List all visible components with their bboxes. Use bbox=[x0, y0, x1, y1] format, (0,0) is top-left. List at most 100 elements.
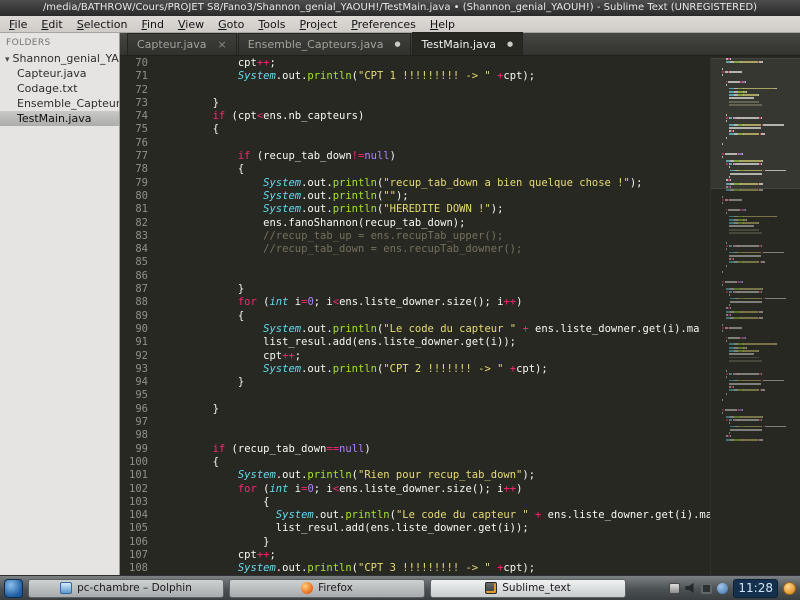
menu-label: Edit bbox=[41, 18, 62, 31]
line-number: 95 bbox=[120, 389, 148, 402]
code-token: .out. bbox=[301, 190, 333, 202]
code-token: int bbox=[269, 296, 288, 308]
code-token: ++ bbox=[503, 483, 516, 495]
code-token: .out. bbox=[314, 509, 346, 521]
menu-label: Tools bbox=[258, 18, 285, 31]
tab-bar: Capteur.java×Ensemble_Capteurs.java●Test… bbox=[120, 33, 800, 56]
code-line: //recup_tab_down = ens.recupTab_downer()… bbox=[162, 243, 710, 256]
code-token: ( bbox=[257, 296, 270, 308]
file-label: Codage.txt bbox=[17, 82, 78, 95]
code-token bbox=[162, 363, 263, 375]
menu-label: Find bbox=[141, 18, 164, 31]
tab-capteur-java[interactable]: Capteur.java× bbox=[127, 33, 237, 55]
line-number: 73 bbox=[120, 97, 148, 110]
line-number: 71 bbox=[120, 70, 148, 83]
code-token: println bbox=[307, 70, 351, 82]
code-line: System.out.println("CPT 1 !!!!!!!!! -> "… bbox=[162, 70, 710, 83]
code-token: //recup_tab_down = ens.recupTab_downer()… bbox=[162, 243, 522, 255]
main-area: FOLDERS ▾Shannon_genial_YAOUH!Capteur.ja… bbox=[0, 33, 800, 575]
sidebar-item-codage-txt[interactable]: Codage.txt bbox=[0, 81, 119, 96]
klipper-icon[interactable] bbox=[669, 583, 680, 594]
code-token: i bbox=[288, 483, 301, 495]
menu-label: Selection bbox=[77, 18, 128, 31]
menu-help[interactable]: Help bbox=[423, 17, 462, 32]
line-number: 72 bbox=[120, 84, 148, 97]
line-number: 101 bbox=[120, 469, 148, 482]
kickoff-menu-button[interactable] bbox=[4, 579, 23, 598]
menu-view[interactable]: View bbox=[171, 17, 211, 32]
code-token: list_resul.add(ens.liste_downer.get(i)); bbox=[162, 522, 529, 534]
sidebar-folder-shannon-genial-yaouh[interactable]: ▾Shannon_genial_YAOUH! bbox=[0, 51, 119, 66]
code-line: { bbox=[162, 163, 710, 176]
code-token: ) bbox=[516, 296, 522, 308]
menu-preferences[interactable]: Preferences bbox=[344, 17, 423, 32]
menu-file[interactable]: File bbox=[2, 17, 34, 32]
code-token: != bbox=[352, 150, 365, 162]
code-token: if bbox=[238, 150, 251, 162]
file-label: Capteur.java bbox=[17, 67, 87, 80]
taskbar-task-sublime[interactable]: Sublime_text bbox=[430, 579, 626, 598]
sidebar-item-ensemble-capteurs-java[interactable]: Ensemble_Capteurs.java bbox=[0, 96, 119, 111]
code-token: for bbox=[238, 483, 257, 495]
line-number: 91 bbox=[120, 336, 148, 349]
taskbar-task-dolphin[interactable]: pc-chambre – Dolphin bbox=[28, 579, 224, 598]
code-token: ; bbox=[269, 549, 275, 561]
code-token: "CPT 3 !!!!!!!!! -> " bbox=[358, 562, 491, 574]
minimap[interactable] bbox=[710, 56, 800, 575]
line-number: 104 bbox=[120, 509, 148, 522]
line-number: 86 bbox=[120, 270, 148, 283]
code-token: ens.liste_downer.get(i).ma bbox=[535, 323, 699, 335]
desktop-root: /media/BATHROW/Cours/PROJET S8/Fano3/Sha… bbox=[0, 0, 800, 600]
code-token: + bbox=[491, 562, 504, 574]
plasma-cashew-icon[interactable] bbox=[783, 582, 796, 595]
sidebar-item-capteur-java[interactable]: Capteur.java bbox=[0, 66, 119, 81]
sidebar-item-testmain-java[interactable]: TestMain.java bbox=[0, 111, 119, 126]
code-token: } bbox=[162, 376, 244, 388]
menu-label: View bbox=[178, 18, 204, 31]
line-number: 98 bbox=[120, 429, 148, 442]
code-token: println bbox=[333, 323, 377, 335]
code-token: System bbox=[238, 562, 276, 574]
network-icon[interactable] bbox=[701, 583, 712, 594]
menu-edit[interactable]: Edit bbox=[34, 17, 69, 32]
menu-goto[interactable]: Goto bbox=[211, 17, 251, 32]
code-line: System.out.println("Le code du capteur "… bbox=[162, 323, 710, 336]
code-token: System bbox=[263, 190, 301, 202]
menu-project[interactable]: Project bbox=[293, 17, 345, 32]
taskbar-task-firefox[interactable]: Firefox bbox=[229, 579, 425, 598]
code-token: == bbox=[326, 443, 339, 455]
window-title: /media/BATHROW/Cours/PROJET S8/Fano3/Sha… bbox=[43, 2, 757, 13]
code-line: } bbox=[162, 403, 710, 416]
line-number-gutter: 7071727374757677787980818283848586878889… bbox=[120, 56, 156, 575]
task-list: pc-chambre – Dolphin Firefox Sublime_text bbox=[28, 579, 664, 598]
close-tab-icon[interactable]: × bbox=[218, 39, 227, 50]
code-line: list_resul.add(ens.liste_downer.get(i)); bbox=[162, 522, 710, 535]
device-notifier-icon[interactable] bbox=[717, 583, 728, 594]
code-token: } bbox=[162, 283, 244, 295]
code-area[interactable]: cpt++; System.out.println("CPT 1 !!!!!!!… bbox=[156, 56, 710, 575]
minimap-viewport[interactable] bbox=[711, 58, 800, 189]
line-number: 76 bbox=[120, 137, 148, 150]
code-token: println bbox=[333, 203, 377, 215]
code-token: System bbox=[263, 203, 301, 215]
line-number: 85 bbox=[120, 256, 148, 269]
code-token: ; bbox=[269, 57, 275, 69]
folder-expand-icon: ▾ bbox=[5, 53, 10, 66]
code-token bbox=[162, 150, 238, 162]
menu-selection[interactable]: Selection bbox=[70, 17, 135, 32]
menu-label: Help bbox=[430, 18, 455, 31]
code-token: "CPT 2 !!!!!!! -> " bbox=[383, 363, 503, 375]
menu-tools[interactable]: Tools bbox=[251, 17, 292, 32]
clock[interactable]: 11:28 bbox=[733, 579, 778, 598]
menu-find[interactable]: Find bbox=[134, 17, 171, 32]
code-token: null bbox=[339, 443, 364, 455]
volume-icon[interactable] bbox=[685, 583, 696, 594]
code-token: .out. bbox=[276, 469, 308, 481]
code-line: //recup_tab_up = ens.recupTab_upper(); bbox=[162, 230, 710, 243]
tab-testmain-java[interactable]: TestMain.java● bbox=[412, 32, 524, 55]
code-line bbox=[162, 84, 710, 97]
code-token: ++ bbox=[503, 296, 516, 308]
tab-ensemble-capteurs-java[interactable]: Ensemble_Capteurs.java● bbox=[238, 33, 411, 55]
code-line: { bbox=[162, 496, 710, 509]
sublime-icon bbox=[485, 582, 497, 594]
